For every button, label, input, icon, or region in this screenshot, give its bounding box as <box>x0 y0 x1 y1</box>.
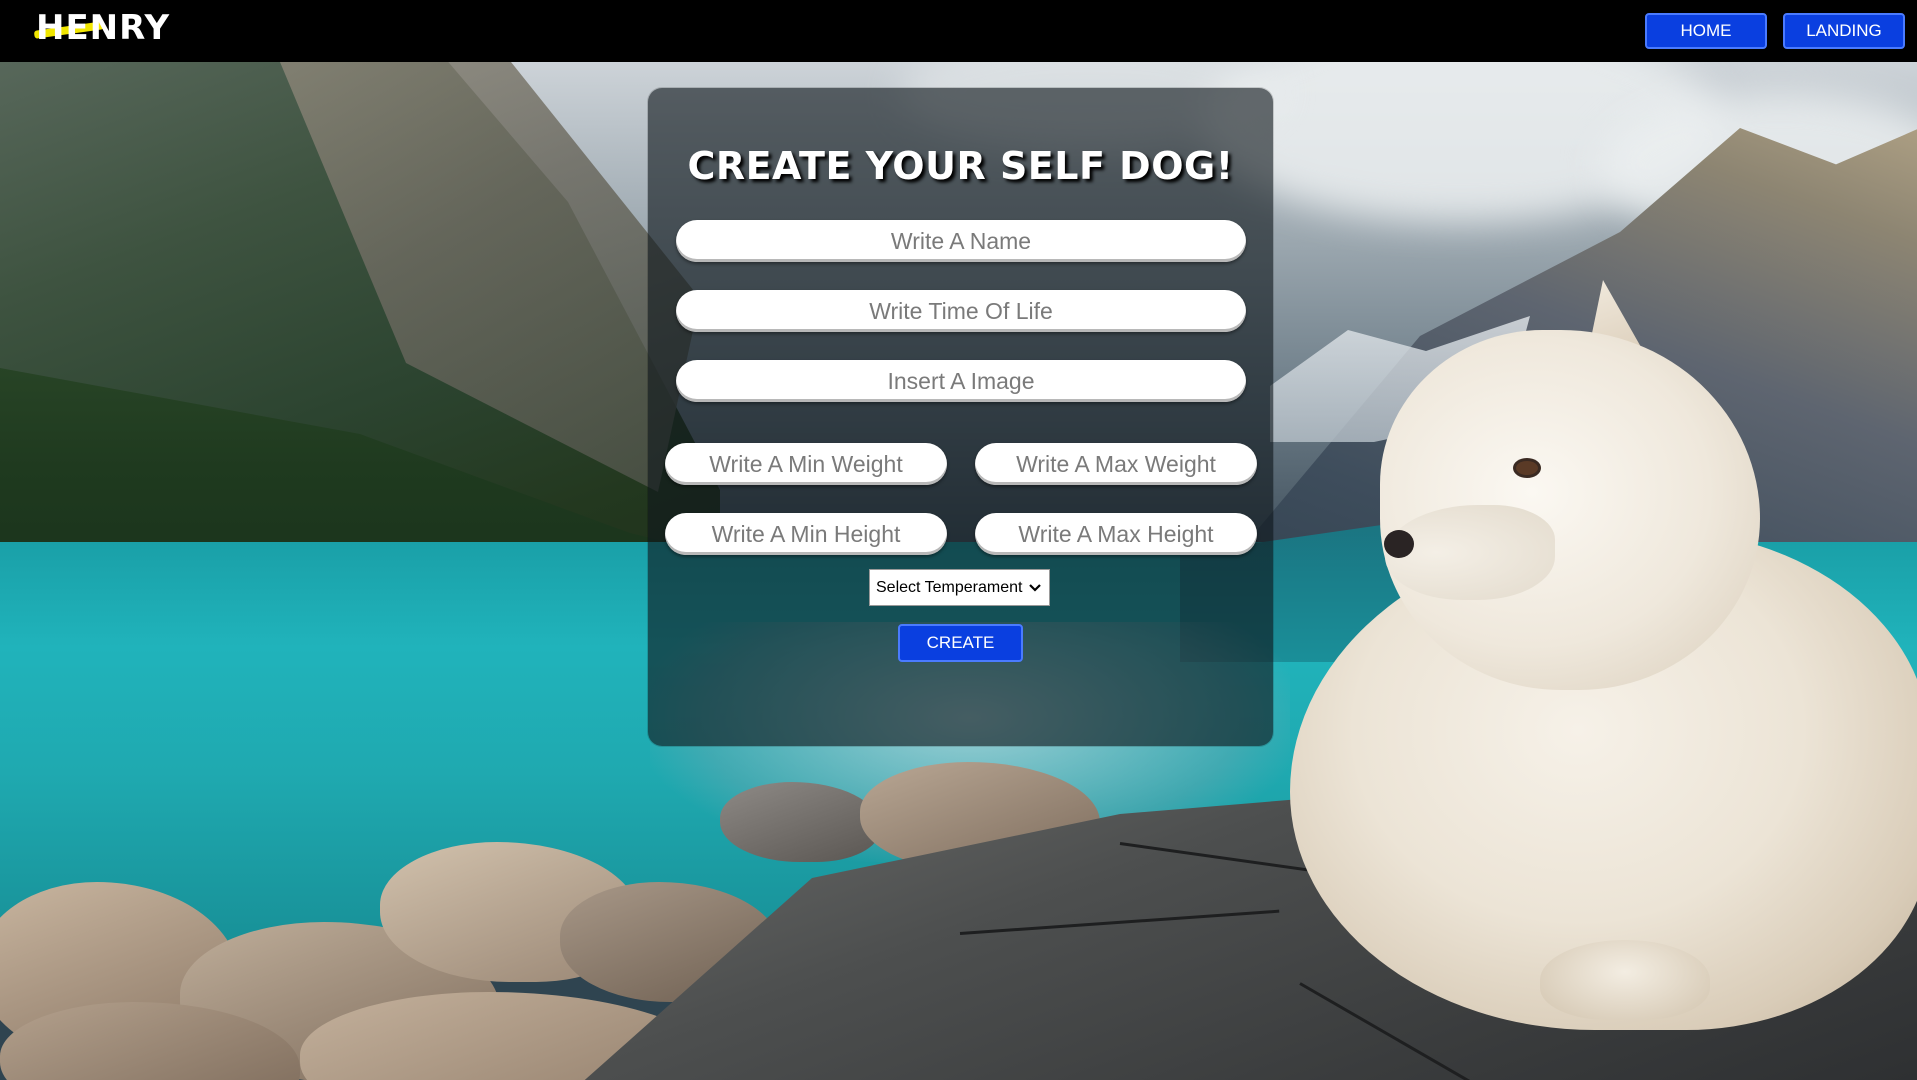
min-weight-input[interactable] <box>665 443 947 485</box>
dog-eye <box>1516 461 1538 475</box>
navbar: HENRY HOME LANDING <box>0 0 1917 62</box>
create-dog-form: CREATE YOUR SELF DOG! Select Temperament… <box>648 88 1273 746</box>
name-input[interactable] <box>676 220 1246 262</box>
landing-button[interactable]: LANDING <box>1783 13 1905 49</box>
dog-nose <box>1384 530 1414 558</box>
henry-logo[interactable]: HENRY <box>36 8 170 48</box>
dog-paw <box>1540 940 1710 1020</box>
chevron-down-icon <box>1029 583 1041 592</box>
life-span-input[interactable] <box>676 290 1246 332</box>
form-title: CREATE YOUR SELF DOG! <box>687 144 1234 188</box>
max-weight-input[interactable] <box>975 443 1257 485</box>
min-height-input[interactable] <box>665 513 947 555</box>
temperament-select-label: Select Temperament <box>876 578 1023 596</box>
temperament-select[interactable]: Select Temperament <box>869 569 1050 606</box>
max-height-input[interactable] <box>975 513 1257 555</box>
home-button[interactable]: HOME <box>1645 13 1767 49</box>
image-input[interactable] <box>676 360 1246 402</box>
create-button[interactable]: CREATE <box>898 624 1023 662</box>
